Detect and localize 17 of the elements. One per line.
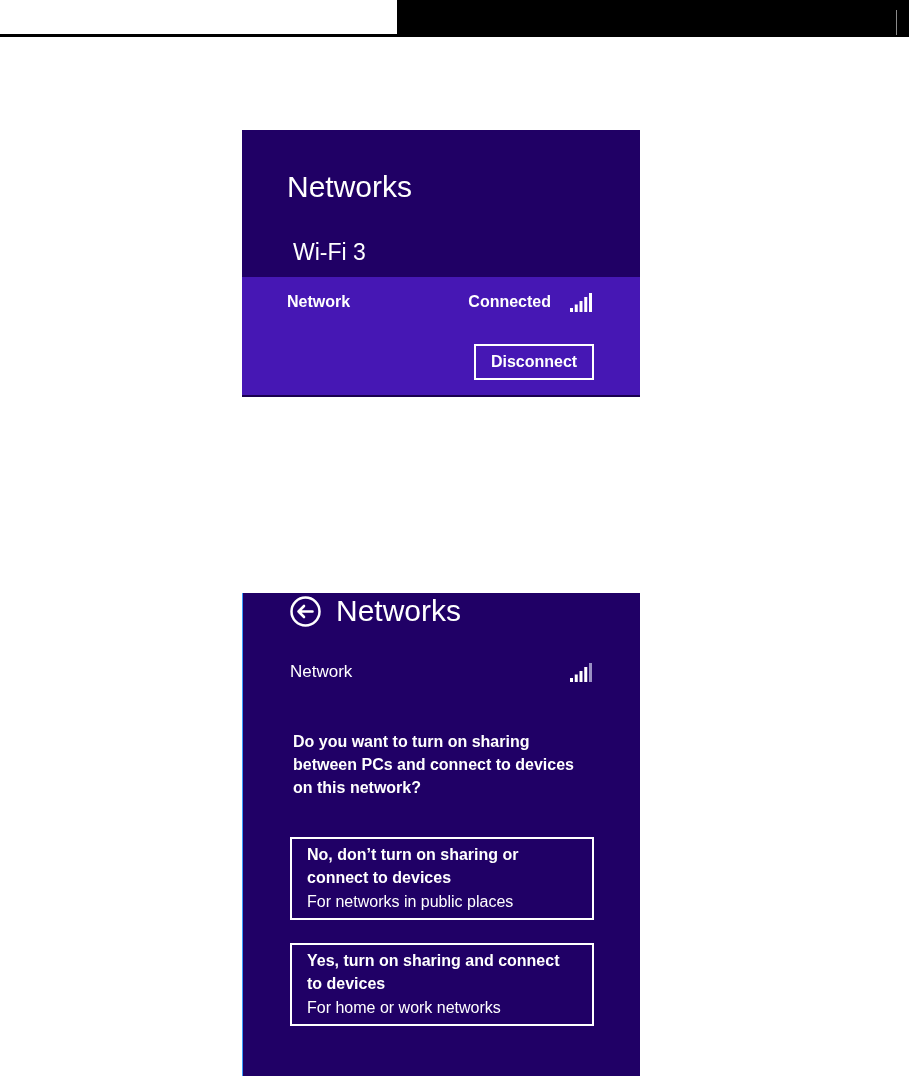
network-name: Network [287,292,352,312]
sharing-option-button[interactable]: Yes, turn on sharing and connect to devices For home or work networks [290,943,594,1026]
flyout-title: Networks [287,169,414,205]
signal-bars-icon [570,292,592,312]
signal-bars-icon [570,662,592,682]
panel-title: Networks [336,593,462,629]
network-name: Network [290,662,353,682]
option-title: Yes, turn on sharing and connect to devices [307,951,561,994]
network-item[interactable]: Network Connected Disconnect [242,277,640,397]
option-description: For home or work networks [307,998,502,1018]
adapter-name: Wi-Fi 3 [293,238,367,266]
sharing-question: Do you want to turn on sharing between PCs and connect to devices on this network? [293,732,575,798]
disconnect-button[interactable]: Disconnect [474,344,594,380]
option-title: No, don’t turn on sharing or connect to devices [307,845,520,888]
connection-status: Connected [468,292,551,312]
sharing-option-button[interactable]: No, don’t turn on sharing or connect to devices For networks in public places [290,837,594,920]
option-description: For networks in public places [307,892,515,912]
